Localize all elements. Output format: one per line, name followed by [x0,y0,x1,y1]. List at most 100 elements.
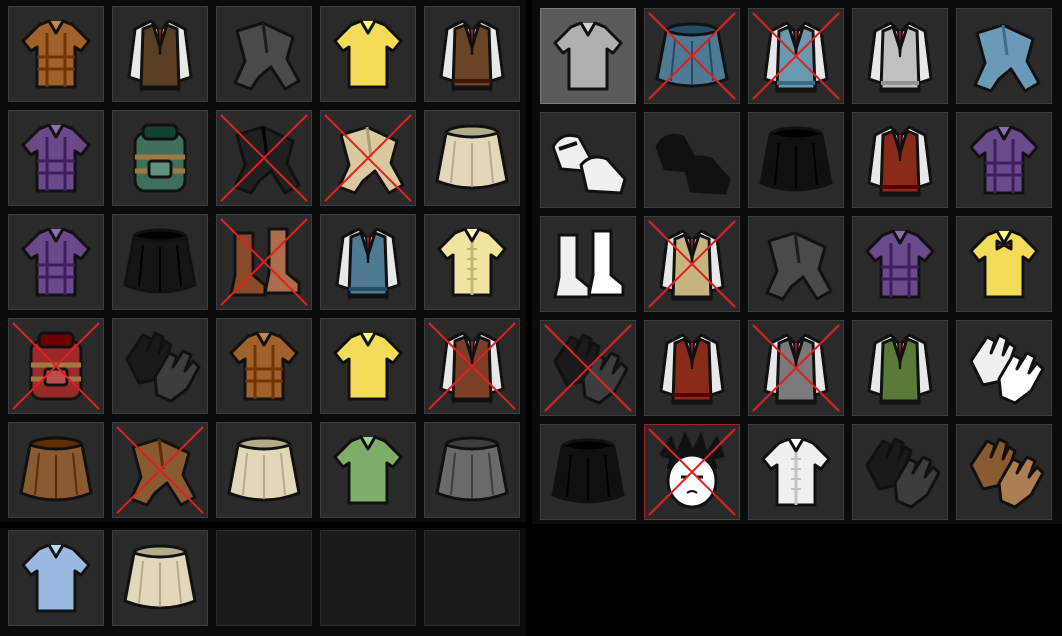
left-slot-27[interactable] [112,530,208,626]
gloves-icon [865,437,941,509]
right-slot-3[interactable] [748,8,844,104]
skirt-icon [435,124,509,190]
vest-suit-icon [752,324,840,412]
left-slot-19[interactable] [320,318,416,414]
shoes-icon [551,133,627,195]
left-slot-20[interactable] [424,318,520,414]
sweater-vest-icon [867,21,933,93]
left-slot-28 [216,530,312,626]
left-slot-3[interactable] [216,6,312,102]
gloves-icon [125,331,201,403]
backpack-icon [12,322,100,410]
vest-suit-icon [127,19,193,91]
left-slot-24[interactable] [320,422,416,518]
plaid-shirt-icon [21,227,91,297]
pants-icon [233,21,301,91]
pants-icon [116,426,204,514]
polo-shirt-icon [333,19,403,89]
skirt-icon [759,126,833,192]
left-slot-17[interactable] [112,318,208,414]
left-slot-6[interactable] [8,110,104,206]
left-slot-10[interactable] [424,110,520,206]
plaid-shirt-icon [865,229,935,299]
row-divider [0,522,526,528]
vest-suit-icon [648,220,736,308]
right-slot-2[interactable] [644,8,740,104]
right-slot-10[interactable] [956,112,1052,208]
character-head-icon [648,428,736,516]
right-slot-19[interactable] [852,320,948,416]
sweater-vest-icon [659,333,725,405]
left-slot-12[interactable] [112,214,208,310]
pants-icon [220,114,308,202]
left-slot-4[interactable] [320,6,416,102]
gloves-icon [969,333,1045,405]
left-slot-25[interactable] [424,422,520,518]
right-slot-22[interactable] [644,424,740,520]
left-slot-2[interactable] [112,6,208,102]
right-slot-7[interactable] [644,112,740,208]
plaid-shirt-icon [21,19,91,89]
left-slot-26[interactable] [8,530,104,626]
sweater-vest-icon [335,227,401,299]
right-slot-4[interactable] [852,8,948,104]
frilly-shirt-icon [437,227,507,297]
right-slot-23[interactable] [748,424,844,520]
left-slot-8[interactable] [216,110,312,206]
skirt-icon [123,228,197,294]
sweater-vest-icon [439,19,505,91]
sweater-vest-icon [752,12,840,100]
right-slot-9[interactable] [852,112,948,208]
panel-divider [526,0,532,636]
heels-icon [655,133,731,195]
skirt-icon [227,436,301,502]
right-slot-15[interactable] [956,216,1052,312]
gloves-icon [544,324,632,412]
pants-icon [973,23,1041,93]
left-slot-13[interactable] [216,214,312,310]
coat-icon [428,322,516,410]
bowtie-shirt-icon [969,229,1039,299]
right-slot-6[interactable] [540,112,636,208]
skirt-icon [648,12,736,100]
plaid-shirt-icon [969,125,1039,195]
left-slot-1[interactable] [8,6,104,102]
left-slot-22[interactable] [112,422,208,518]
right-slot-5[interactable] [956,8,1052,104]
sweater-vest-icon [867,125,933,197]
right-slot-14[interactable] [852,216,948,312]
right-slot-16[interactable] [540,320,636,416]
left-slot-21[interactable] [8,422,104,518]
left-slot-11[interactable] [8,214,104,310]
gloves-icon [969,437,1045,509]
left-slot-7[interactable] [112,110,208,206]
left-slot-16[interactable] [8,318,104,414]
right-slot-18[interactable] [748,320,844,416]
right-slot-21[interactable] [540,424,636,520]
skirt-icon [19,436,93,502]
boots-icon [553,229,625,299]
right-slot-17[interactable] [644,320,740,416]
right-slot-12[interactable] [644,216,740,312]
right-slot-25[interactable] [956,424,1052,520]
pants-icon [324,114,412,202]
plaid-shirt-icon [229,331,299,401]
left-slot-9[interactable] [320,110,416,206]
left-slot-5[interactable] [424,6,520,102]
left-slot-30 [424,530,520,626]
left-slot-15[interactable] [424,214,520,310]
right-slot-13[interactable] [748,216,844,312]
left-slot-14[interactable] [320,214,416,310]
right-slot-24[interactable] [852,424,948,520]
left-slot-23[interactable] [216,422,312,518]
pants-icon [765,231,833,301]
right-slot-11[interactable] [540,216,636,312]
shirt-icon [333,435,403,505]
skirt-icon [123,544,197,610]
backpack-icon [133,123,187,193]
right-slot-20[interactable] [956,320,1052,416]
right-slot-1[interactable] [540,8,636,104]
shirt-icon [21,543,91,613]
left-slot-18[interactable] [216,318,312,414]
right-slot-8[interactable] [748,112,844,208]
